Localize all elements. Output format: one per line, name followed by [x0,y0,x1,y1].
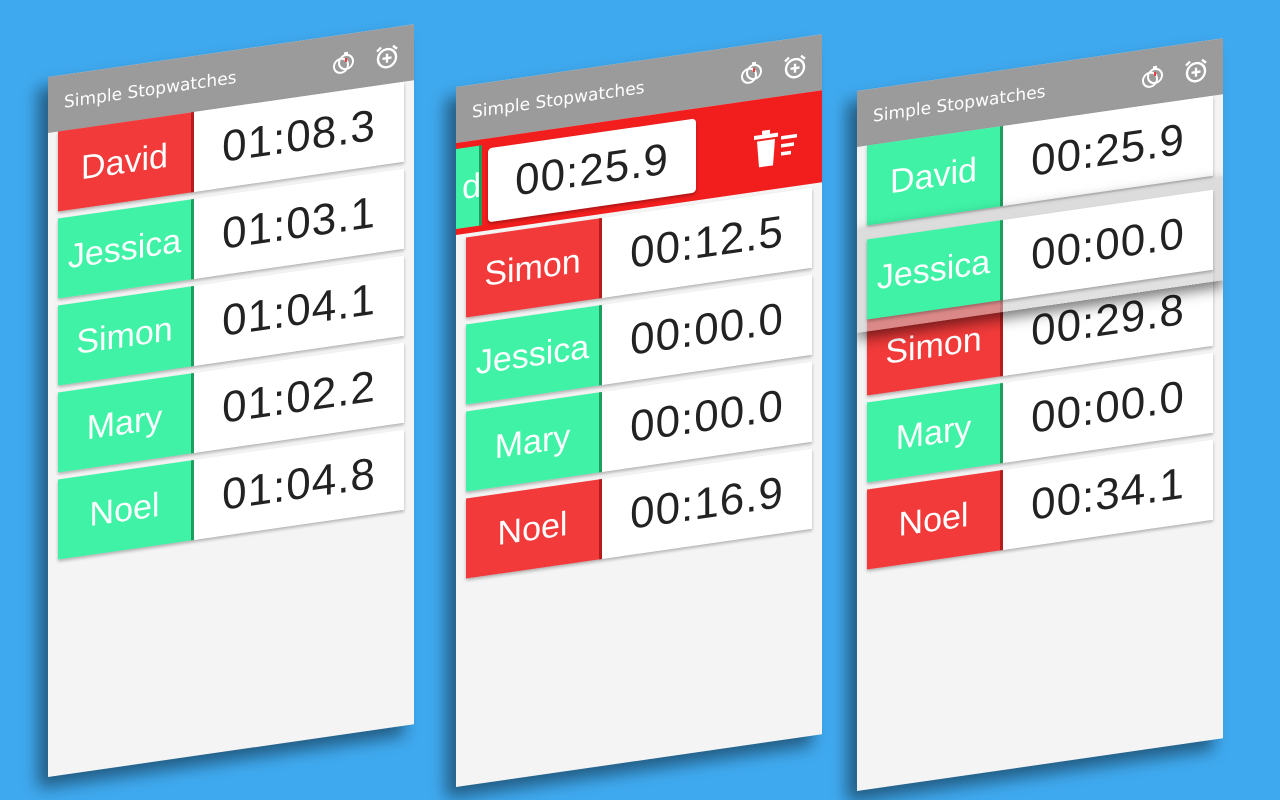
stopwatch-name: Jessica [876,242,991,297]
phone-screen-2: Simple Stopwatches d 00:25.9 Simon 00:12… [456,34,822,787]
stopwatch-name: Jessica [475,327,590,382]
stopwatch-time: 00:00.0 [1031,371,1185,443]
stopwatches-icon[interactable] [739,58,765,88]
stopwatch-name: Noel [898,495,969,544]
stopwatch-name: Simon [484,241,581,294]
stopwatch-time: 00:00.0 [630,293,784,365]
stopwatch-time: 00:00.0 [1031,208,1185,280]
app-title: Simple Stopwatches [873,81,1046,127]
stopwatch-name: Noel [497,504,568,553]
name-cell[interactable]: Mary [466,391,602,492]
stopwatch-time: 01:04.8 [222,448,376,520]
stopwatch-time: 00:16.9 [630,467,784,539]
stopwatch-time: 00:12.5 [630,206,784,278]
stopwatch-name: Simon [76,309,173,362]
phone-screen-3: Simple Stopwatches David 00:25.9 Simon 0… [857,38,1223,791]
stopwatch-name: d [462,165,481,207]
trash-icon[interactable] [752,123,800,170]
app-title: Simple Stopwatches [64,67,237,113]
add-alarm-icon[interactable] [374,42,400,72]
stopwatch-name: David [81,136,168,187]
stopwatch-name: Mary [86,398,163,447]
swiped-name-cell[interactable]: d [456,145,482,235]
stopwatch-name: Noel [89,485,160,534]
name-cell[interactable]: Mary [58,372,194,473]
stopwatches-icon[interactable] [1140,62,1166,92]
stopwatch-time: 00:25.9 [1031,114,1185,186]
add-alarm-icon[interactable] [1183,56,1209,86]
stopwatch-name: David [890,150,977,201]
name-cell[interactable]: Noel [867,469,1003,570]
stopwatch-name: Simon [885,319,982,372]
stopwatch-name: Mary [895,408,972,457]
add-alarm-icon[interactable] [782,52,808,82]
stopwatch-time: 01:02.2 [222,361,376,433]
phone-screen-1: Simple Stopwatches David 01:08.3 Jessica… [48,24,414,777]
name-cell[interactable]: Simon [58,285,194,386]
name-cell[interactable]: Jessica [58,198,194,299]
app-title: Simple Stopwatches [472,77,645,123]
name-cell[interactable]: Noel [466,478,602,579]
stopwatch-time: 01:08.3 [222,100,376,172]
stopwatch-time: 01:03.1 [222,187,376,259]
stopwatch-time: 00:25.9 [515,134,669,206]
name-cell[interactable]: Jessica [466,304,602,405]
name-cell[interactable]: Mary [867,382,1003,483]
stopwatch-time: 00:00.0 [630,380,784,452]
name-cell[interactable]: Noel [58,459,194,560]
stopwatch-time: 01:04.1 [222,274,376,346]
stopwatches-icon[interactable] [331,48,357,78]
name-cell[interactable]: Simon [466,217,602,318]
stopwatch-name: Mary [494,417,571,466]
swiped-time-cell[interactable]: 00:25.9 [488,118,696,223]
stopwatch-name: Jessica [67,221,182,276]
stopwatch-time: 00:34.1 [1031,458,1185,530]
